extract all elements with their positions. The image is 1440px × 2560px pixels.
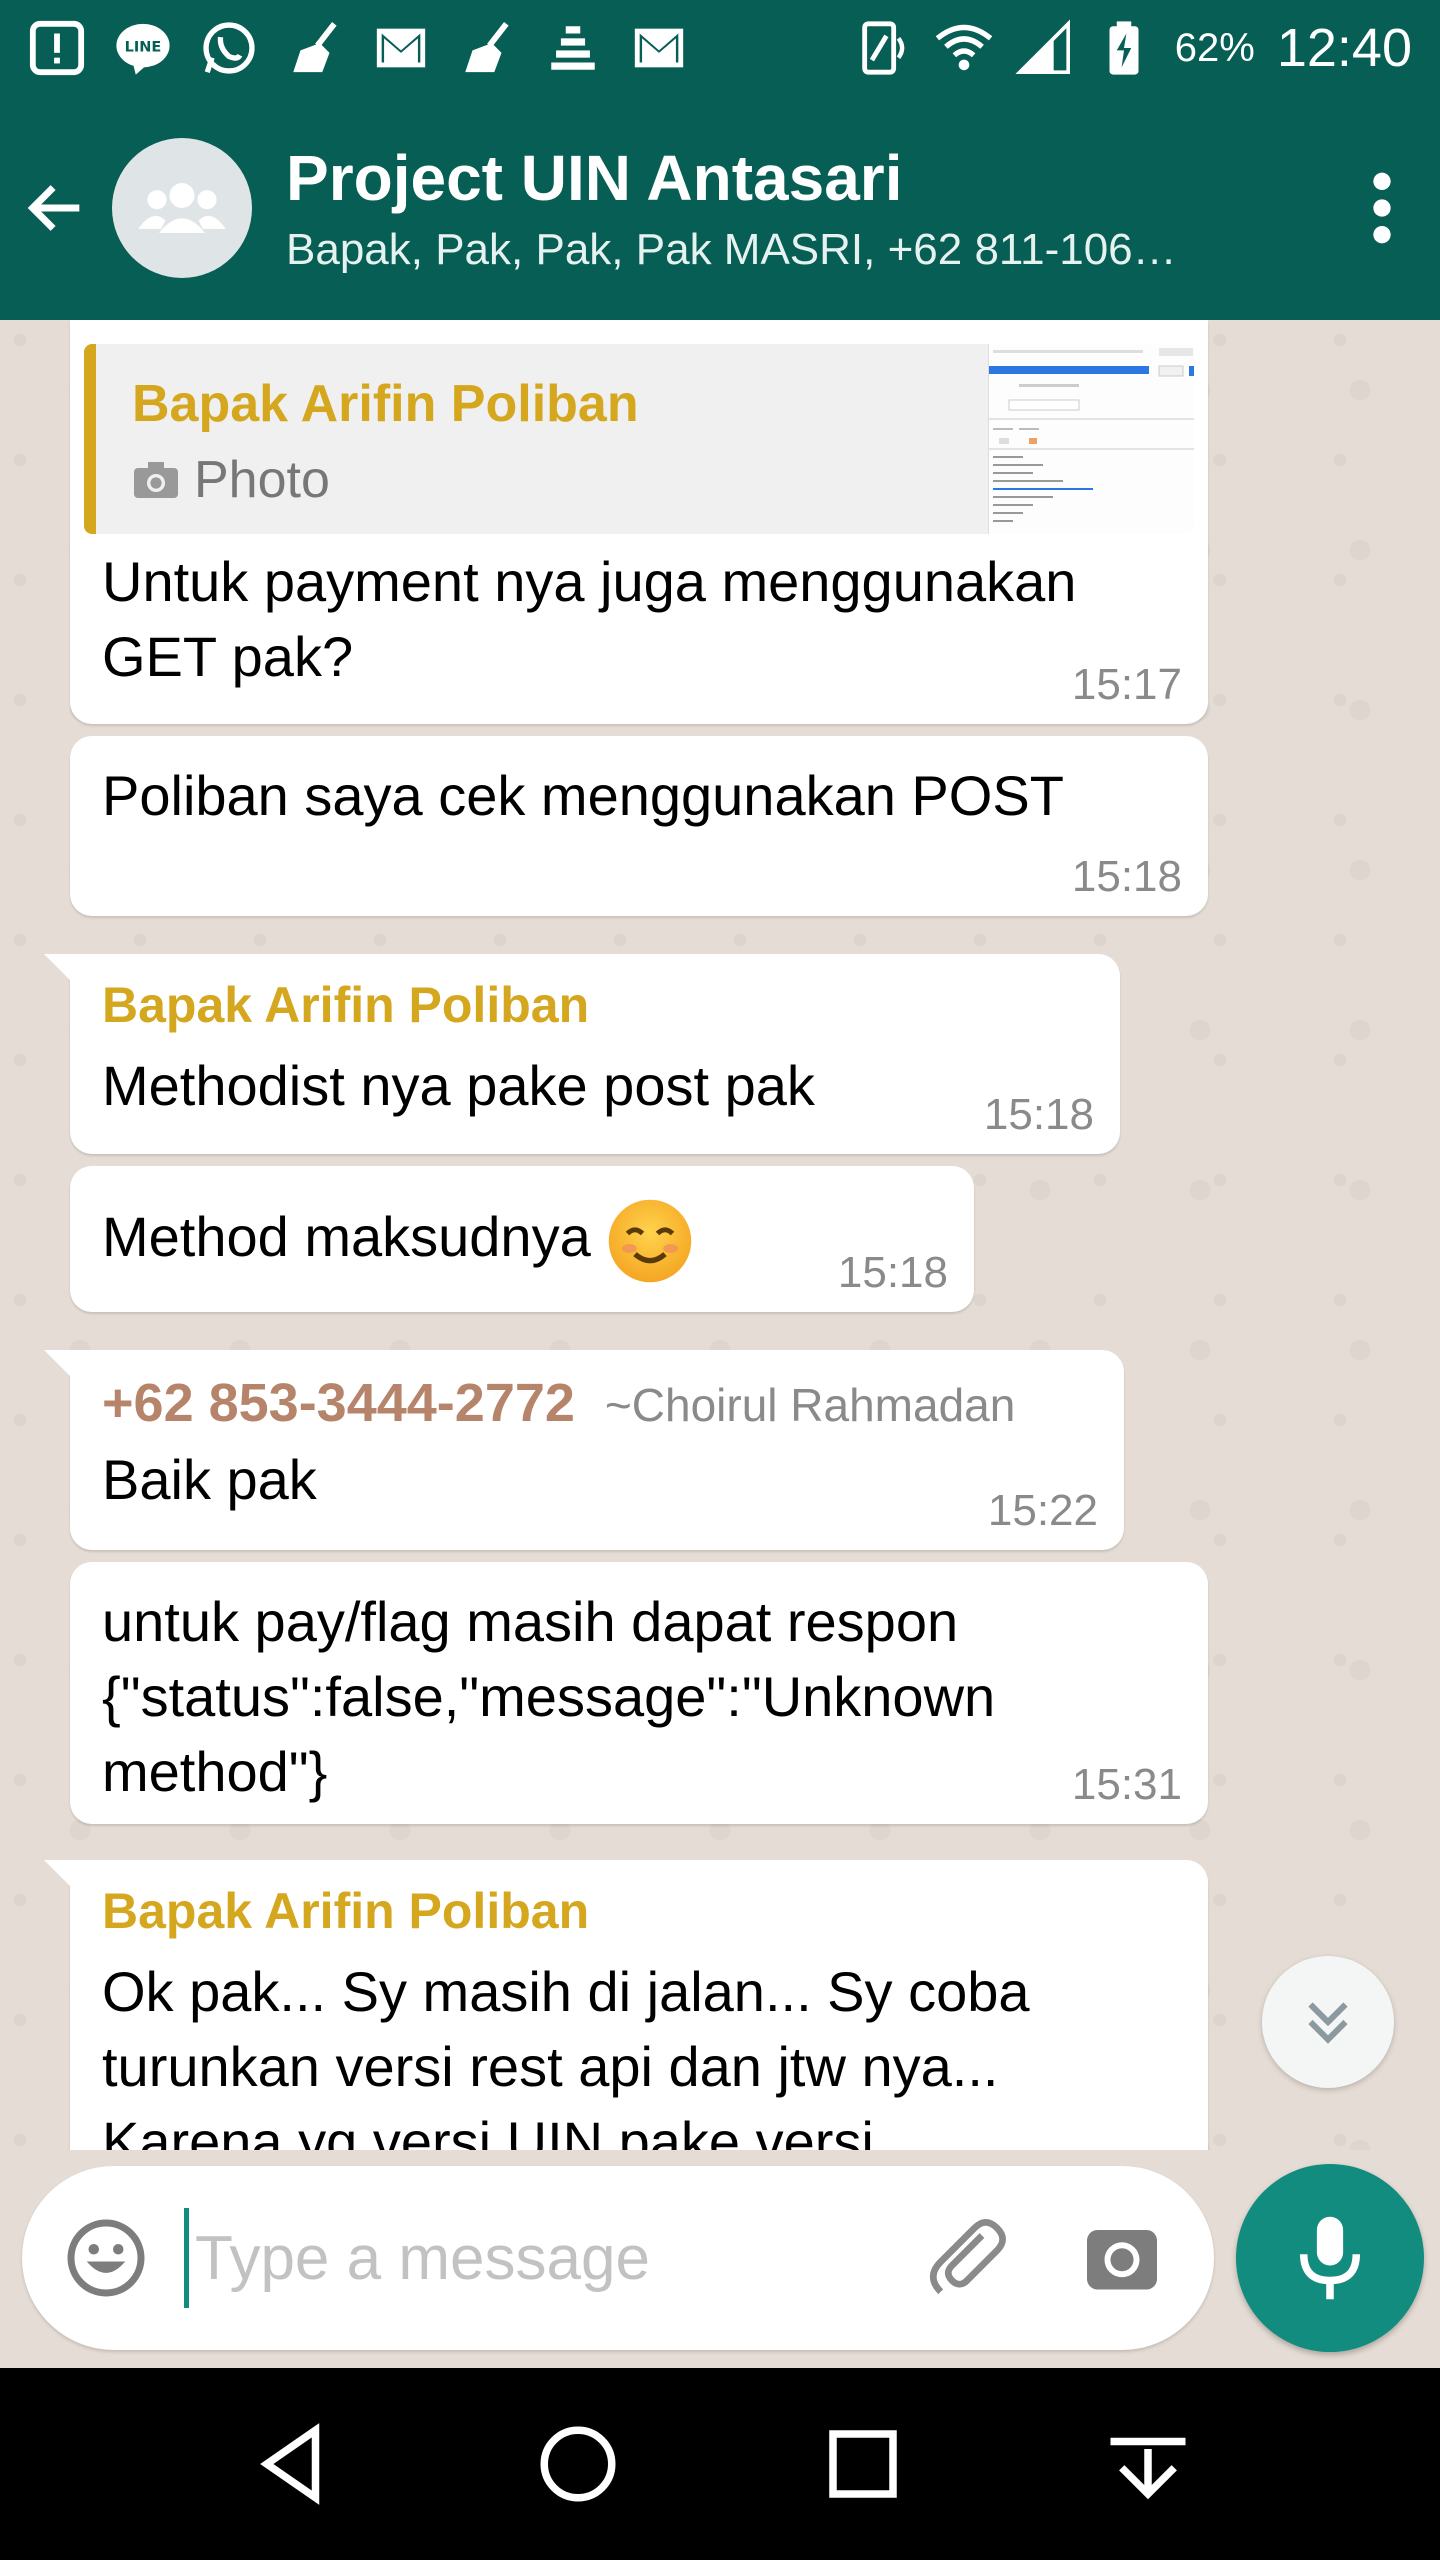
- chat-title: Project UIN Antasari: [286, 142, 903, 214]
- sender-row: +62 853-3444-2772 ~Choirul Rahmadan: [102, 1372, 1094, 1434]
- smiling-face-emoji-icon: [605, 1196, 695, 1286]
- back-button[interactable]: [0, 96, 112, 320]
- wifi-icon: [935, 19, 993, 77]
- message-text: Methodist nya pake post pak: [102, 1054, 815, 1117]
- message-bubble[interactable]: untuk pay/flag masih dapat respon {"stat…: [70, 1562, 1208, 1824]
- quoted-sender: Bapak Arifin Poliban: [132, 375, 639, 433]
- double-chevron-down-icon: [1308, 2002, 1348, 2044]
- cell-signal-icon: [1015, 19, 1073, 77]
- alert-icon: [28, 19, 86, 77]
- nav-hide-keyboard-button[interactable]: [1088, 2404, 1208, 2524]
- message-text: Method maksudnya: [102, 1196, 944, 1286]
- message-time: 15:31: [1071, 1760, 1182, 1809]
- microphone-icon: [1300, 2216, 1360, 2300]
- sender-alias: ~Choirul Rahmadan: [604, 1379, 1016, 1431]
- signal-bars-icon: [544, 19, 602, 77]
- sender-name[interactable]: Bapak Arifin Poliban: [102, 1882, 1178, 1940]
- message-text: untuk pay/flag masih dapat respon {"stat…: [102, 1590, 996, 1803]
- message-bubble[interactable]: Bapak Arifin Poliban Photo Untuk payment…: [70, 320, 1208, 724]
- gmail-icon: [630, 19, 688, 77]
- scroll-to-bottom-button[interactable]: [1262, 1956, 1394, 2088]
- status-bar: LINE 62% 12:40: [0, 0, 1440, 96]
- square-recents-icon: [828, 2430, 897, 2498]
- message-time: 15:22: [987, 1486, 1098, 1535]
- chat-header: Project UIN Antasari Bapak, Pak, Pak, Pa…: [0, 96, 1440, 320]
- message-bubble[interactable]: Method maksudnya 15:18: [70, 1166, 974, 1312]
- battery-percentage: 62%: [1174, 25, 1255, 70]
- attach-button[interactable]: [922, 2213, 1012, 2303]
- gmail-icon: [372, 19, 430, 77]
- hide-bar-icon: [1110, 2437, 1185, 2500]
- message-bubble[interactable]: Poliban saya cek menggunakan POST 15:18: [70, 736, 1208, 916]
- message-bubble[interactable]: Bapak Arifin Poliban Methodist nya pake …: [44, 954, 1120, 1154]
- quoted-message[interactable]: Bapak Arifin Poliban Photo: [84, 344, 1194, 534]
- battery-charging-icon: [1095, 19, 1153, 77]
- message-bubble[interactable]: Bapak Arifin Poliban Ok pak... Sy masih …: [44, 1860, 1208, 2150]
- quoted-type-label: Photo: [194, 451, 330, 509]
- nav-back-button[interactable]: [233, 2404, 353, 2524]
- message-time: 15:18: [1071, 852, 1182, 901]
- overflow-menu-button[interactable]: [1332, 96, 1432, 320]
- triangle-back-icon: [259, 2423, 319, 2505]
- message-time: 15:18: [983, 1090, 1094, 1139]
- emoji-button[interactable]: [64, 2216, 148, 2300]
- compose-bar: [22, 2166, 1214, 2350]
- group-avatar[interactable]: [112, 138, 252, 278]
- message-bubble[interactable]: +62 853-3444-2772 ~Choirul Rahmadan Baik…: [44, 1350, 1124, 1550]
- nfc-icon: [855, 19, 913, 77]
- quoted-type: Photo: [132, 450, 330, 510]
- camera-button[interactable]: [1080, 2216, 1164, 2300]
- line-icon: LINE: [114, 19, 172, 77]
- message-list[interactable]: Bapak Arifin Poliban Photo Untuk payment…: [0, 320, 1440, 2150]
- voice-message-button[interactable]: [1236, 2164, 1424, 2352]
- broom-icon: [458, 19, 516, 77]
- arrow-left-icon: [27, 185, 80, 231]
- sender-phone[interactable]: +62 853-3444-2772: [102, 1372, 575, 1434]
- message-time: 15:18: [837, 1248, 948, 1297]
- chat-participants: Bapak, Pak, Pak, Pak MASRI, +62 811-106…: [286, 225, 1177, 274]
- message-text: Untuk payment nya juga menggunakan GET p…: [102, 550, 1077, 688]
- camera-icon: [1087, 2230, 1157, 2290]
- more-vert-icon: [1373, 172, 1391, 244]
- svg-text:LINE: LINE: [125, 40, 162, 56]
- message-text: Poliban saya cek menggunakan POST: [102, 764, 1064, 827]
- emoji-icon: [67, 2219, 145, 2297]
- group-icon: [138, 183, 226, 233]
- paperclip-icon: [929, 2219, 1006, 2295]
- message-time: 15:17: [1071, 660, 1182, 709]
- broom-icon: [286, 19, 344, 77]
- whatsapp-icon: [200, 19, 258, 77]
- nav-recents-button[interactable]: [803, 2404, 923, 2524]
- message-input[interactable]: [184, 2208, 864, 2308]
- clock: 12:40: [1276, 18, 1412, 78]
- sender-name[interactable]: Bapak Arifin Poliban: [102, 976, 1090, 1034]
- circle-home-icon: [540, 2426, 615, 2502]
- camera-small-icon: [134, 462, 178, 498]
- message-text-content: Method maksudnya: [102, 1204, 591, 1268]
- quoted-photo-thumbnail: [988, 344, 1194, 534]
- message-text: Baik pak: [102, 1448, 317, 1511]
- nav-home-button[interactable]: [518, 2404, 638, 2524]
- system-nav-bar: [0, 2368, 1440, 2560]
- chat-info[interactable]: Project UIN Antasari Bapak, Pak, Pak, Pa…: [286, 141, 1332, 275]
- message-text: Ok pak... Sy masih di jalan... Sy coba t…: [102, 1960, 1030, 2150]
